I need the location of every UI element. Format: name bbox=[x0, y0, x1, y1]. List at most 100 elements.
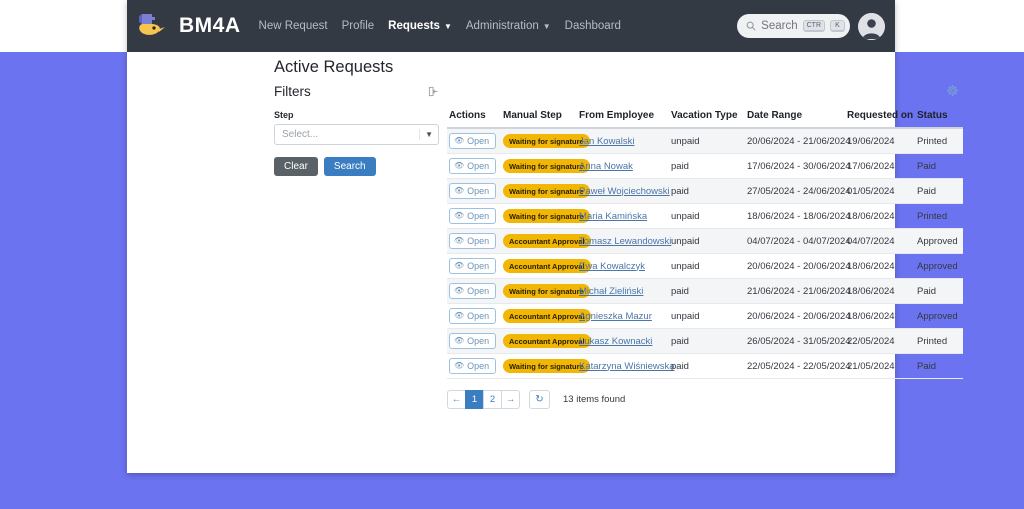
chevron-down-icon: ▼ bbox=[425, 130, 433, 139]
navbar-right: Search CTR K bbox=[737, 12, 885, 40]
open-button[interactable]: 👁 Open bbox=[449, 133, 497, 149]
pagination-page-2[interactable]: 2 bbox=[483, 390, 502, 409]
cell-vacation-type: unpaid bbox=[669, 128, 745, 154]
open-button-label: Open bbox=[467, 211, 490, 221]
table-row: 👁 Open Waiting for signature Michał Zielińs… bbox=[447, 278, 963, 304]
employee-link[interactable]: Michał Zieliński bbox=[579, 286, 643, 297]
employee-link[interactable]: Tomasz Lewandowski bbox=[579, 236, 671, 247]
cell-status: Paid bbox=[915, 278, 963, 304]
cell-manual-step: Accountant Approval bbox=[501, 253, 591, 279]
eye-icon: 👁 bbox=[454, 211, 465, 220]
open-button-label: Open bbox=[467, 236, 490, 246]
pagination-prev[interactable]: ← bbox=[447, 390, 466, 409]
cell-date-range: 26/05/2024 - 31/05/2024 bbox=[745, 328, 851, 354]
search-button[interactable]: Search bbox=[323, 157, 376, 176]
open-button[interactable]: 👁 Open bbox=[449, 308, 497, 324]
cell-requested-on: 18/06/2024 bbox=[845, 278, 915, 304]
table-header-row: Actions Manual Step From Employee Vacati… bbox=[447, 106, 963, 129]
status-badge: Waiting for signature bbox=[503, 159, 590, 173]
brand-name: BM4A bbox=[179, 14, 241, 37]
search-input[interactable]: Search CTR K bbox=[737, 14, 850, 38]
application-window: BM4A New Request Profile Requests ▼ Admi… bbox=[127, 0, 963, 473]
eye-icon: 👁 bbox=[454, 186, 465, 195]
open-button[interactable]: 👁 Open bbox=[449, 158, 497, 174]
pagination-next[interactable]: → bbox=[501, 390, 520, 409]
refresh-icon[interactable]: ↻ bbox=[529, 390, 550, 409]
cell-requested-on: 18/06/2024 bbox=[845, 303, 915, 329]
employee-link[interactable]: Jan Kowalski bbox=[579, 136, 634, 147]
status-badge: Waiting for signature bbox=[503, 184, 590, 198]
cell-from-employee: Jan Kowalski bbox=[577, 128, 669, 154]
nav-link-administration[interactable]: Administration ▼ bbox=[466, 20, 551, 32]
nav-link-requests[interactable]: Requests ▼ bbox=[388, 20, 452, 32]
cell-actions: 👁 Open bbox=[447, 328, 501, 354]
cell-status: Approved bbox=[915, 228, 963, 254]
pagination-page-1[interactable]: 1 bbox=[465, 390, 484, 409]
employee-link[interactable]: Agnieszka Mazur bbox=[579, 311, 652, 322]
employee-link[interactable]: Ewa Kowalczyk bbox=[579, 261, 645, 272]
nav-link-label: Profile bbox=[341, 20, 375, 32]
cell-actions: 👁 Open bbox=[447, 153, 501, 179]
nav-link-label: Dashboard bbox=[564, 20, 621, 32]
cell-requested-on: 19/06/2024 bbox=[845, 128, 915, 154]
cell-status: Printed bbox=[915, 203, 963, 229]
column-header-from-employee: From Employee bbox=[577, 106, 669, 129]
cell-actions: 👁 Open bbox=[447, 228, 501, 254]
nav-link-profile[interactable]: Profile bbox=[342, 20, 375, 32]
brand[interactable]: BM4A bbox=[137, 11, 241, 41]
cell-status: Paid bbox=[915, 153, 963, 179]
table-toolbar bbox=[447, 84, 967, 106]
cell-requested-on: 18/06/2024 bbox=[845, 203, 915, 229]
eye-icon: 👁 bbox=[454, 236, 465, 245]
open-button-label: Open bbox=[467, 136, 490, 146]
status-badge: Waiting for signature bbox=[503, 359, 590, 373]
open-button-label: Open bbox=[467, 336, 490, 346]
cell-date-range: 27/05/2024 - 24/06/2024 bbox=[745, 178, 851, 204]
open-button[interactable]: 👁 Open bbox=[449, 233, 497, 249]
navbar: BM4A New Request Profile Requests ▼ Admi… bbox=[127, 0, 895, 52]
employee-link[interactable]: Paweł Wojciechowski bbox=[579, 186, 670, 197]
open-button[interactable]: 👁 Open bbox=[449, 208, 497, 224]
cell-vacation-type: paid bbox=[669, 178, 745, 204]
nav-link-dashboard[interactable]: Dashboard bbox=[565, 20, 621, 32]
cell-vacation-type: unpaid bbox=[669, 203, 745, 229]
page-title: Active Requests bbox=[274, 58, 394, 76]
nav-link-label: New Request bbox=[258, 20, 328, 32]
cell-actions: 👁 Open bbox=[447, 303, 501, 329]
table-row: 👁 Open Waiting for signature Jan Kowalski un… bbox=[447, 128, 963, 154]
nav-link-label: Administration bbox=[465, 20, 539, 32]
employee-link[interactable]: Maria Kamińska bbox=[579, 211, 647, 222]
cell-manual-step: Accountant Approval bbox=[501, 228, 591, 254]
eye-icon: 👁 bbox=[454, 161, 465, 170]
employee-link[interactable]: Katarzyna Wiśniewska bbox=[579, 361, 675, 372]
nav-links: New Request Profile Requests ▼ Administr… bbox=[259, 20, 621, 32]
nav-link-new-request[interactable]: New Request bbox=[259, 20, 328, 32]
user-avatar-icon[interactable] bbox=[858, 12, 885, 40]
open-button[interactable]: 👁 Open bbox=[449, 183, 497, 199]
cell-from-employee: Maria Kamińska bbox=[577, 203, 669, 229]
open-button[interactable]: 👁 Open bbox=[449, 358, 497, 374]
cell-status: Printed bbox=[915, 328, 963, 354]
table-row: 👁 Open Accountant Approval Agnieszka Mazur u… bbox=[447, 303, 963, 329]
nav-link-label: Requests bbox=[388, 20, 440, 32]
clear-button[interactable]: Clear bbox=[274, 157, 318, 176]
step-select[interactable]: Select... ▼ bbox=[274, 124, 439, 145]
cell-date-range: 17/06/2024 - 30/06/2024 bbox=[745, 153, 851, 179]
column-header-actions: Actions bbox=[447, 106, 501, 129]
open-button-label: Open bbox=[467, 186, 490, 196]
open-button[interactable]: 👁 Open bbox=[449, 258, 497, 274]
employee-link[interactable]: Anna Nowak bbox=[579, 161, 633, 172]
status-badge: Waiting for signature bbox=[503, 209, 590, 223]
cell-status: Printed bbox=[915, 128, 963, 154]
cell-requested-on: 17/06/2024 bbox=[845, 153, 915, 179]
table-row: 👁 Open Waiting for signature Katarzyna Wiśn… bbox=[447, 353, 963, 379]
status-badge: Accountant Approval bbox=[503, 234, 591, 248]
cell-status: Approved bbox=[915, 303, 963, 329]
employee-link[interactable]: Łukasz Kownacki bbox=[579, 336, 652, 347]
open-button[interactable]: 👁 Open bbox=[449, 333, 497, 349]
collapse-panel-icon[interactable] bbox=[428, 86, 439, 97]
gear-icon[interactable] bbox=[946, 84, 959, 106]
open-button[interactable]: 👁 Open bbox=[449, 283, 497, 299]
cell-actions: 👁 Open bbox=[447, 253, 501, 279]
cell-status: Paid bbox=[915, 178, 963, 204]
